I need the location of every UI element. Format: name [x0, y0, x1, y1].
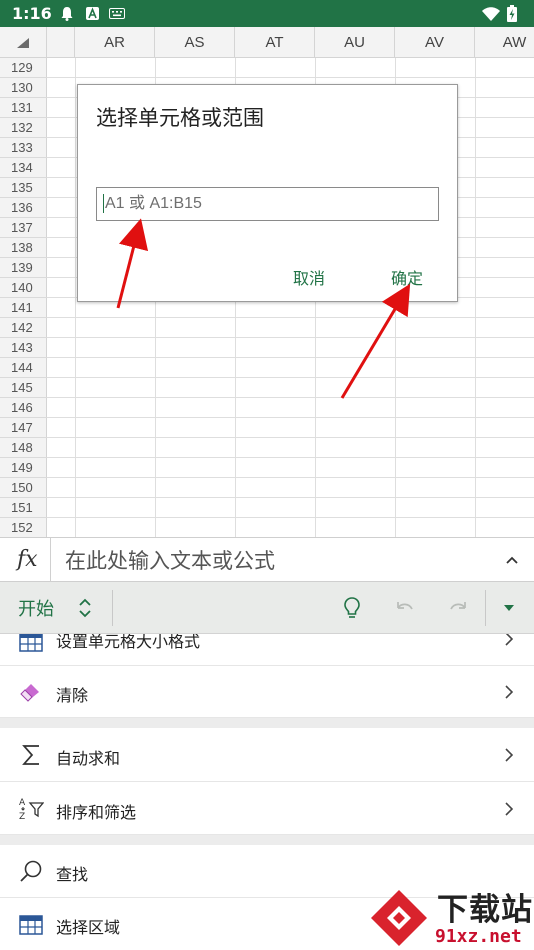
column-header[interactable]: AV [395, 27, 475, 58]
dialog-title: 选择单元格或范围 [96, 106, 264, 130]
undo-icon[interactable] [392, 595, 418, 621]
search-icon [18, 858, 44, 884]
text-cursor [103, 194, 104, 214]
menu-section-gap [0, 835, 534, 845]
tab-switch-icon[interactable] [73, 596, 97, 620]
row-header[interactable]: 129 [0, 58, 47, 78]
expand-formula-icon[interactable] [502, 550, 522, 570]
row-header[interactable]: 136 [0, 198, 47, 218]
menu-item-label: 自动求和 [56, 749, 121, 768]
sigma-icon [18, 742, 44, 768]
chevron-right-icon [502, 634, 516, 646]
column-headers: AR AS AT AU AV AW [47, 27, 534, 58]
ribbon-divider [485, 590, 486, 626]
svg-text:A: A [19, 798, 26, 808]
column-header[interactable]: AW [475, 27, 534, 58]
column-header[interactable]: AT [235, 27, 315, 58]
menu-section-gap [0, 718, 534, 728]
dropdown-icon[interactable] [500, 600, 518, 616]
row-header[interactable]: 148 [0, 438, 47, 458]
row-header[interactable]: 144 [0, 358, 47, 378]
row-header[interactable]: 147 [0, 418, 47, 438]
redo-icon[interactable] [445, 595, 471, 621]
menu-item-autosum[interactable]: 自动求和 [0, 728, 534, 782]
select-range-dialog: 选择单元格或范围 A1 或 A1:B15 取消 确定 [77, 84, 458, 302]
grid-table-icon [18, 912, 44, 938]
formula-divider [50, 538, 51, 583]
row-header[interactable]: 131 [0, 98, 47, 118]
wifi-icon [482, 6, 500, 21]
site-watermark: 下载站 91xz.net [365, 884, 534, 950]
formula-bar: fx 在此处输入文本或公式 [0, 537, 534, 583]
row-header[interactable]: 132 [0, 118, 47, 138]
grid-table-icon [18, 634, 44, 655]
eraser-icon [18, 679, 44, 705]
notification-bell-icon [60, 6, 74, 21]
menu-item-label: 查找 [56, 865, 89, 884]
row-header[interactable]: 135 [0, 178, 47, 198]
keyboard-icon [109, 6, 125, 21]
status-bar: 1:16 [0, 0, 534, 27]
column-header[interactable]: AS [155, 27, 235, 58]
fx-icon[interactable]: fx [17, 547, 38, 572]
lightbulb-icon[interactable] [339, 595, 365, 621]
menu-item-label: 排序和筛选 [56, 803, 137, 822]
row-header[interactable]: 145 [0, 378, 47, 398]
formula-input[interactable]: 在此处输入文本或公式 [65, 545, 275, 575]
row-header[interactable]: 138 [0, 238, 47, 258]
row-header[interactable]: 139 [0, 258, 47, 278]
ribbon-header: 开始 [0, 582, 534, 634]
ribbon-divider [112, 590, 113, 626]
battery-charging-icon [507, 5, 517, 22]
chevron-right-icon [502, 802, 516, 816]
ribbon-tab-home[interactable]: 开始 [18, 595, 54, 621]
app-a-icon [86, 6, 99, 21]
watermark-url: 91xz.net [435, 926, 522, 947]
menu-item-sort-filter[interactable]: AZ 排序和筛选 [0, 782, 534, 835]
menu-item-clear[interactable]: 清除 [0, 666, 534, 718]
status-time: 1:16 [12, 4, 52, 23]
range-input-placeholder: A1 或 A1:B15 [105, 195, 202, 212]
confirm-button[interactable]: 确定 [391, 265, 423, 289]
chevron-right-icon [502, 748, 516, 762]
sort-filter-icon: AZ [18, 795, 44, 821]
menu-item-label: 设置单元格大小格式 [56, 634, 201, 651]
row-header[interactable]: 140 [0, 278, 47, 298]
watermark-text: 下载站 [437, 892, 533, 928]
svg-text:Z: Z [19, 812, 25, 821]
row-header[interactable]: 141 [0, 298, 47, 318]
row-header[interactable]: 142 [0, 318, 47, 338]
range-input[interactable]: A1 或 A1:B15 [96, 187, 439, 221]
menu-item-label: 选择区域 [56, 918, 121, 937]
row-header[interactable]: 152 [0, 518, 47, 537]
row-header[interactable]: 133 [0, 138, 47, 158]
column-header[interactable]: AU [315, 27, 395, 58]
column-header[interactable]: AR [75, 27, 155, 58]
row-header[interactable]: 146 [0, 398, 47, 418]
chevron-right-icon [502, 685, 516, 699]
watermark-logo-icon [365, 884, 435, 950]
row-header[interactable]: 130 [0, 78, 47, 98]
row-header[interactable]: 137 [0, 218, 47, 238]
menu-item-label: 清除 [56, 686, 89, 705]
row-header[interactable]: 149 [0, 458, 47, 478]
column-header-partial [0, 27, 75, 58]
row-header[interactable]: 150 [0, 478, 47, 498]
row-header[interactable]: 134 [0, 158, 47, 178]
row-headers: 129 130 131 132 133 134 135 136 137 138 … [0, 58, 47, 537]
cancel-button[interactable]: 取消 [293, 265, 325, 289]
row-header[interactable]: 143 [0, 338, 47, 358]
row-header[interactable]: 151 [0, 498, 47, 518]
menu-item-format-cell-size[interactable]: 设置单元格大小格式 [0, 634, 534, 666]
